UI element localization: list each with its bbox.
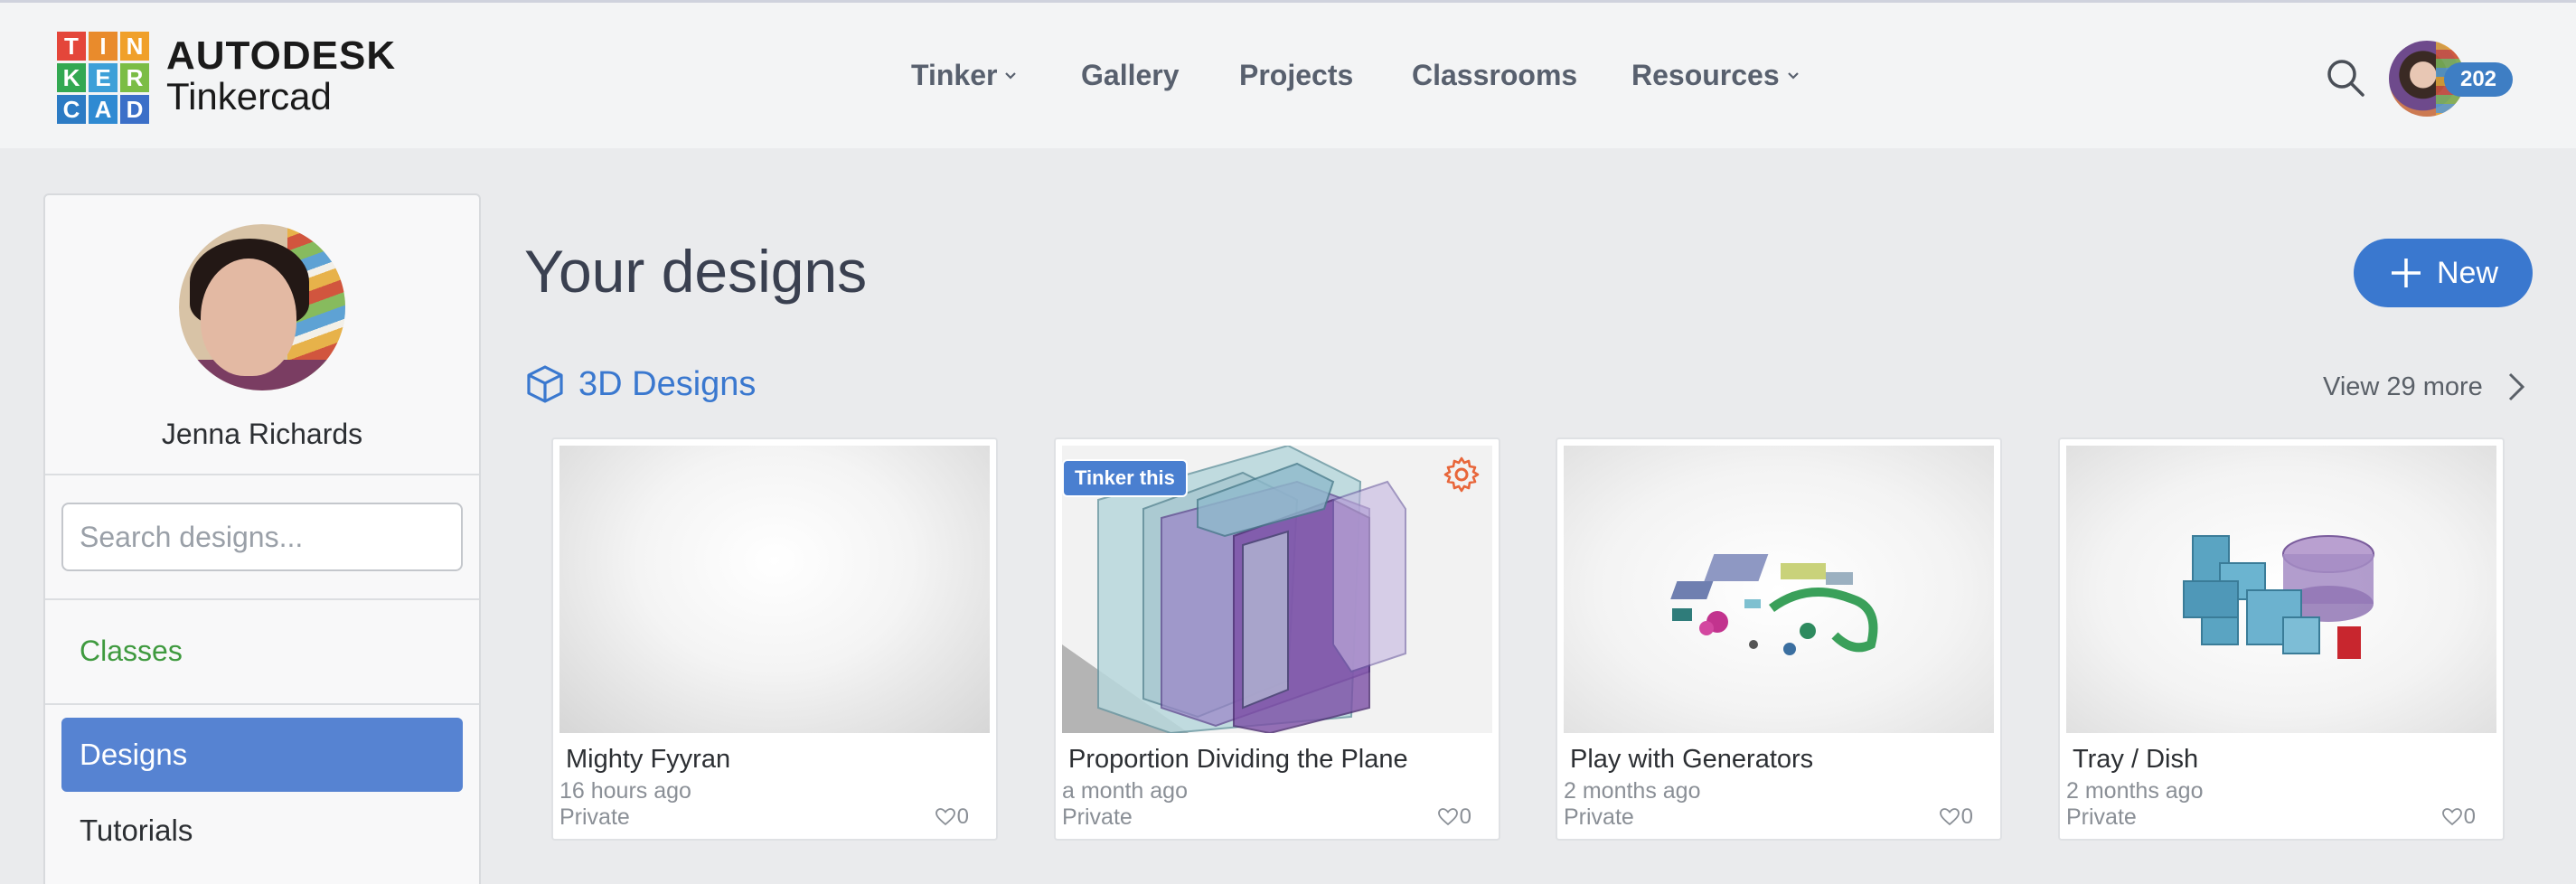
- sidebar-item-designs[interactable]: Designs: [61, 718, 463, 792]
- like-count: 0: [956, 804, 969, 829]
- design-thumbnail[interactable]: [559, 446, 990, 733]
- new-design-button[interactable]: New: [2354, 239, 2533, 307]
- design-timestamp: 2 months ago: [1564, 778, 1701, 804]
- design-title[interactable]: Play with Generators: [1570, 745, 1813, 775]
- sidebar: Jenna Richards Classes Designs Tutorials: [43, 193, 481, 884]
- section-title: 3D Designs: [578, 364, 757, 403]
- tinker-this-button[interactable]: Tinker this: [1062, 459, 1188, 497]
- design-preview-image: [2183, 535, 2374, 659]
- view-more-label: View 29 more: [2323, 371, 2483, 401]
- nav-classrooms-label: Classrooms: [1412, 59, 1578, 91]
- like-counter[interactable]: 0: [2441, 804, 2476, 830]
- heart-icon: [2441, 808, 2462, 826]
- design-card[interactable]: Play with Generators 2 months ago Privat…: [1556, 437, 2002, 841]
- nav-tinker-label: Tinker: [911, 59, 998, 91]
- logo-letter: I: [89, 32, 118, 61]
- heart-icon: [1939, 808, 1960, 826]
- design-card[interactable]: Mighty Fyyran 16 hours ago Private 0: [551, 437, 998, 841]
- design-thumbnail[interactable]: [1564, 446, 1994, 733]
- sidebar-item-label: Designs: [80, 738, 188, 771]
- chevron-down-icon: [1005, 71, 1017, 80]
- plus-icon: [2391, 259, 2421, 287]
- like-count: 0: [2463, 804, 2476, 829]
- nav-resources[interactable]: Resources: [1631, 59, 1800, 92]
- logo-letter: C: [57, 95, 86, 124]
- design-title[interactable]: Mighty Fyyran: [566, 745, 730, 775]
- logo-letter: A: [89, 95, 118, 124]
- chevron-down-icon: [1787, 71, 1799, 80]
- design-thumbnail[interactable]: [2066, 446, 2496, 733]
- heart-icon: [1437, 808, 1458, 826]
- like-counter[interactable]: 0: [1437, 804, 1471, 830]
- design-preview-image: [1670, 554, 1878, 655]
- nav-resources-label: Resources: [1631, 59, 1780, 91]
- like-counter[interactable]: 0: [1939, 804, 1973, 830]
- like-counter[interactable]: 0: [935, 804, 969, 830]
- sidebar-item-tutorials[interactable]: Tutorials: [80, 813, 193, 848]
- design-timestamp: 16 hours ago: [559, 778, 691, 804]
- page-title: Your designs: [524, 238, 868, 305]
- design-card[interactable]: Tinker this Proportion Dividing the Plan…: [1054, 437, 1500, 841]
- notification-badge[interactable]: 202: [2444, 62, 2513, 97]
- heart-icon: [935, 808, 955, 826]
- tinkercad-logo[interactable]: T I N K E R C A D: [57, 32, 149, 124]
- design-privacy: Private: [1062, 804, 1133, 830]
- nav-tinker[interactable]: Tinker: [911, 59, 1017, 92]
- nav-projects[interactable]: Projects: [1239, 59, 1353, 92]
- profile-avatar[interactable]: [179, 224, 345, 390]
- sidebar-item-classes[interactable]: Classes: [80, 635, 183, 668]
- gear-icon[interactable]: [1443, 456, 1481, 494]
- design-privacy: Private: [2066, 804, 2137, 830]
- logo-letter: K: [57, 63, 86, 92]
- nav-gallery[interactable]: Gallery: [1081, 59, 1180, 92]
- like-count: 0: [1459, 804, 1471, 829]
- design-timestamp: 2 months ago: [2066, 778, 2204, 804]
- nav-gallery-label: Gallery: [1081, 59, 1180, 91]
- new-button-label: New: [2436, 255, 2499, 290]
- logo-letter: T: [57, 32, 86, 61]
- nav-classrooms[interactable]: Classrooms: [1412, 59, 1577, 92]
- like-count: 0: [1960, 804, 1973, 829]
- design-title[interactable]: Proportion Dividing the Plane: [1068, 745, 1408, 775]
- search-icon[interactable]: [2325, 57, 2366, 99]
- profile-name[interactable]: Jenna Richards: [45, 418, 479, 451]
- top-navigation-bar: T I N K E R C A D AUTODESK Tinkercad Tin…: [0, 0, 2576, 148]
- logo-letter: D: [120, 95, 149, 124]
- design-privacy: Private: [1564, 804, 1634, 830]
- design-privacy: Private: [559, 804, 630, 830]
- logo-letter: R: [120, 63, 149, 92]
- chevron-right-icon: [2508, 372, 2524, 401]
- cube-icon: [527, 365, 563, 403]
- logo-letter: N: [120, 32, 149, 61]
- design-timestamp: a month ago: [1062, 778, 1188, 804]
- section-3d-designs[interactable]: 3D Designs: [524, 362, 756, 407]
- design-title[interactable]: Tray / Dish: [2073, 745, 2198, 775]
- logo-letter: E: [89, 63, 118, 92]
- product-wordmark: Tinkercad: [166, 75, 332, 118]
- search-designs-input[interactable]: [61, 503, 463, 571]
- divider: [45, 598, 479, 600]
- autodesk-wordmark: AUTODESK: [166, 33, 397, 78]
- divider: [45, 703, 479, 705]
- divider: [45, 474, 479, 475]
- nav-projects-label: Projects: [1239, 59, 1354, 91]
- view-more-link[interactable]: View 29 more: [2323, 369, 2526, 405]
- design-card[interactable]: Tray / Dish 2 months ago Private 0: [2058, 437, 2505, 841]
